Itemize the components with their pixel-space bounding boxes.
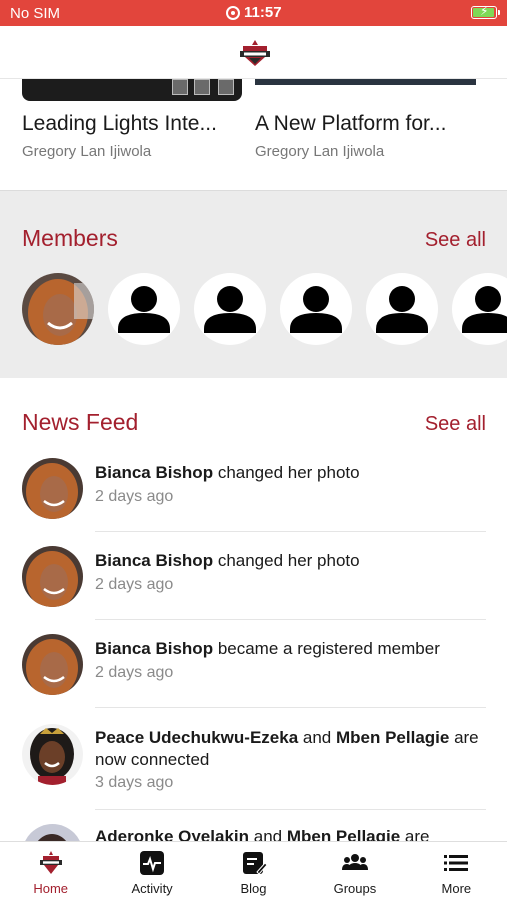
feed-actor-name[interactable]: Mben Pellagie [336, 728, 449, 747]
user-photo [22, 724, 83, 785]
feed-avatar[interactable] [22, 724, 83, 785]
thumbnail-video-tile [194, 79, 210, 95]
tab-home[interactable]: Home [0, 842, 101, 900]
feed-actor-name[interactable]: Bianca Bishop [95, 551, 213, 570]
member-photo [22, 273, 94, 345]
feed-text: Bianca Bishop changed her photo [95, 462, 490, 484]
course-title[interactable]: Leading Lights Inte... [22, 112, 217, 136]
feed-action: changed her photo [213, 463, 360, 482]
app-header [0, 26, 507, 79]
tab-label: Blog [240, 881, 267, 896]
groups-people-icon [341, 854, 368, 870]
tab-label: Activity [131, 881, 173, 896]
activity-pulse-icon [140, 851, 165, 875]
status-clock: 11:57 [226, 4, 282, 21]
person-icon [462, 286, 507, 333]
feed-text: Peace Udechukwu-Ezeka and Mben Pellagie … [95, 727, 490, 771]
tab-label: More [441, 881, 472, 896]
organization-crest-logo[interactable] [237, 38, 273, 68]
feed-avatar[interactable] [22, 824, 83, 841]
feed-divider [95, 531, 486, 532]
user-photo [22, 634, 83, 695]
tab-label: Home [33, 881, 69, 896]
feed-avatar[interactable] [22, 634, 83, 695]
members-avatar-row[interactable] [22, 273, 507, 345]
course-thumbnail[interactable] [22, 79, 242, 101]
members-section: Members See all [0, 190, 507, 378]
user-photo [22, 458, 83, 519]
feed-text: Bianca Bishop became a registered member [95, 638, 490, 660]
feed-time: 2 days ago [95, 488, 174, 505]
news-feed-see-all-link[interactable]: See all [425, 413, 486, 436]
status-time: 11:57 [244, 4, 282, 21]
feed-action: are [400, 827, 430, 841]
screen-record-icon [226, 5, 240, 20]
charging-bolt-icon: ⚡ [480, 4, 489, 18]
member-avatar[interactable] [22, 273, 94, 345]
feed-connector: and [249, 827, 287, 841]
member-avatar[interactable] [108, 273, 180, 345]
feed-actor-name[interactable]: Bianca Bishop [95, 463, 213, 482]
person-icon [118, 286, 170, 333]
member-avatar[interactable] [452, 273, 507, 345]
feed-action: became a registered member [213, 639, 440, 658]
feed-time: 2 days ago [95, 664, 174, 681]
feed-time: 3 days ago [95, 774, 174, 791]
tab-more[interactable]: More [406, 842, 507, 900]
person-icon [376, 286, 428, 333]
tab-blog[interactable]: Blog [203, 842, 304, 900]
feed-avatar[interactable] [22, 546, 83, 607]
menu-list-icon [444, 855, 469, 871]
feed-connector: and [298, 728, 336, 747]
feed-actor-name[interactable]: Bianca Bishop [95, 639, 213, 658]
status-bar: No SIM 11:57 ⚡ [0, 0, 507, 26]
feed-action: changed her photo [213, 551, 360, 570]
carrier-label: No SIM [10, 5, 61, 22]
user-photo [22, 546, 83, 607]
feed-avatar[interactable] [22, 458, 83, 519]
feed-divider [95, 809, 486, 810]
thumbnail-video-tile [218, 79, 234, 95]
feed-actor-name[interactable]: Aderonke Oyelakin [95, 827, 249, 841]
thumbnail-video-tile [172, 79, 188, 95]
members-title: Members [22, 225, 118, 251]
feed-divider [95, 707, 486, 708]
course-thumbnail[interactable] [255, 79, 476, 85]
bottom-tab-bar: Home Activity Blog Groups More [0, 841, 507, 900]
tab-groups[interactable]: Groups [304, 842, 405, 900]
tab-label: Groups [333, 881, 377, 896]
feed-actor-name[interactable]: Peace Udechukwu-Ezeka [95, 728, 298, 747]
feed-time: 2 days ago [95, 576, 174, 593]
member-avatar[interactable] [366, 273, 438, 345]
person-icon [290, 286, 342, 333]
home-logo-icon [39, 851, 62, 874]
tab-activity[interactable]: Activity [101, 842, 202, 900]
feed-divider [95, 619, 486, 620]
member-avatar[interactable] [280, 273, 352, 345]
feed-text: Bianca Bishop changed her photo [95, 550, 490, 572]
member-avatar[interactable] [194, 273, 266, 345]
person-icon [204, 286, 256, 333]
members-see-all-link[interactable]: See all [425, 229, 486, 252]
course-author: Gregory Lan Ijiwola [255, 143, 385, 160]
course-author: Gregory Lan Ijiwola [22, 143, 152, 160]
feed-actor-name[interactable]: Mben Pellagie [287, 827, 400, 841]
feed-text: Aderonke Oyelakin and Mben Pellagie are [95, 826, 490, 841]
battery-icon: ⚡ [471, 4, 500, 19]
blog-edit-icon [242, 852, 267, 875]
course-title[interactable]: A New Platform for... [255, 112, 446, 136]
news-feed-section: News Feed See all Bianca Bishop changed … [0, 378, 507, 841]
news-feed-title: News Feed [22, 409, 139, 435]
user-photo [22, 824, 83, 841]
